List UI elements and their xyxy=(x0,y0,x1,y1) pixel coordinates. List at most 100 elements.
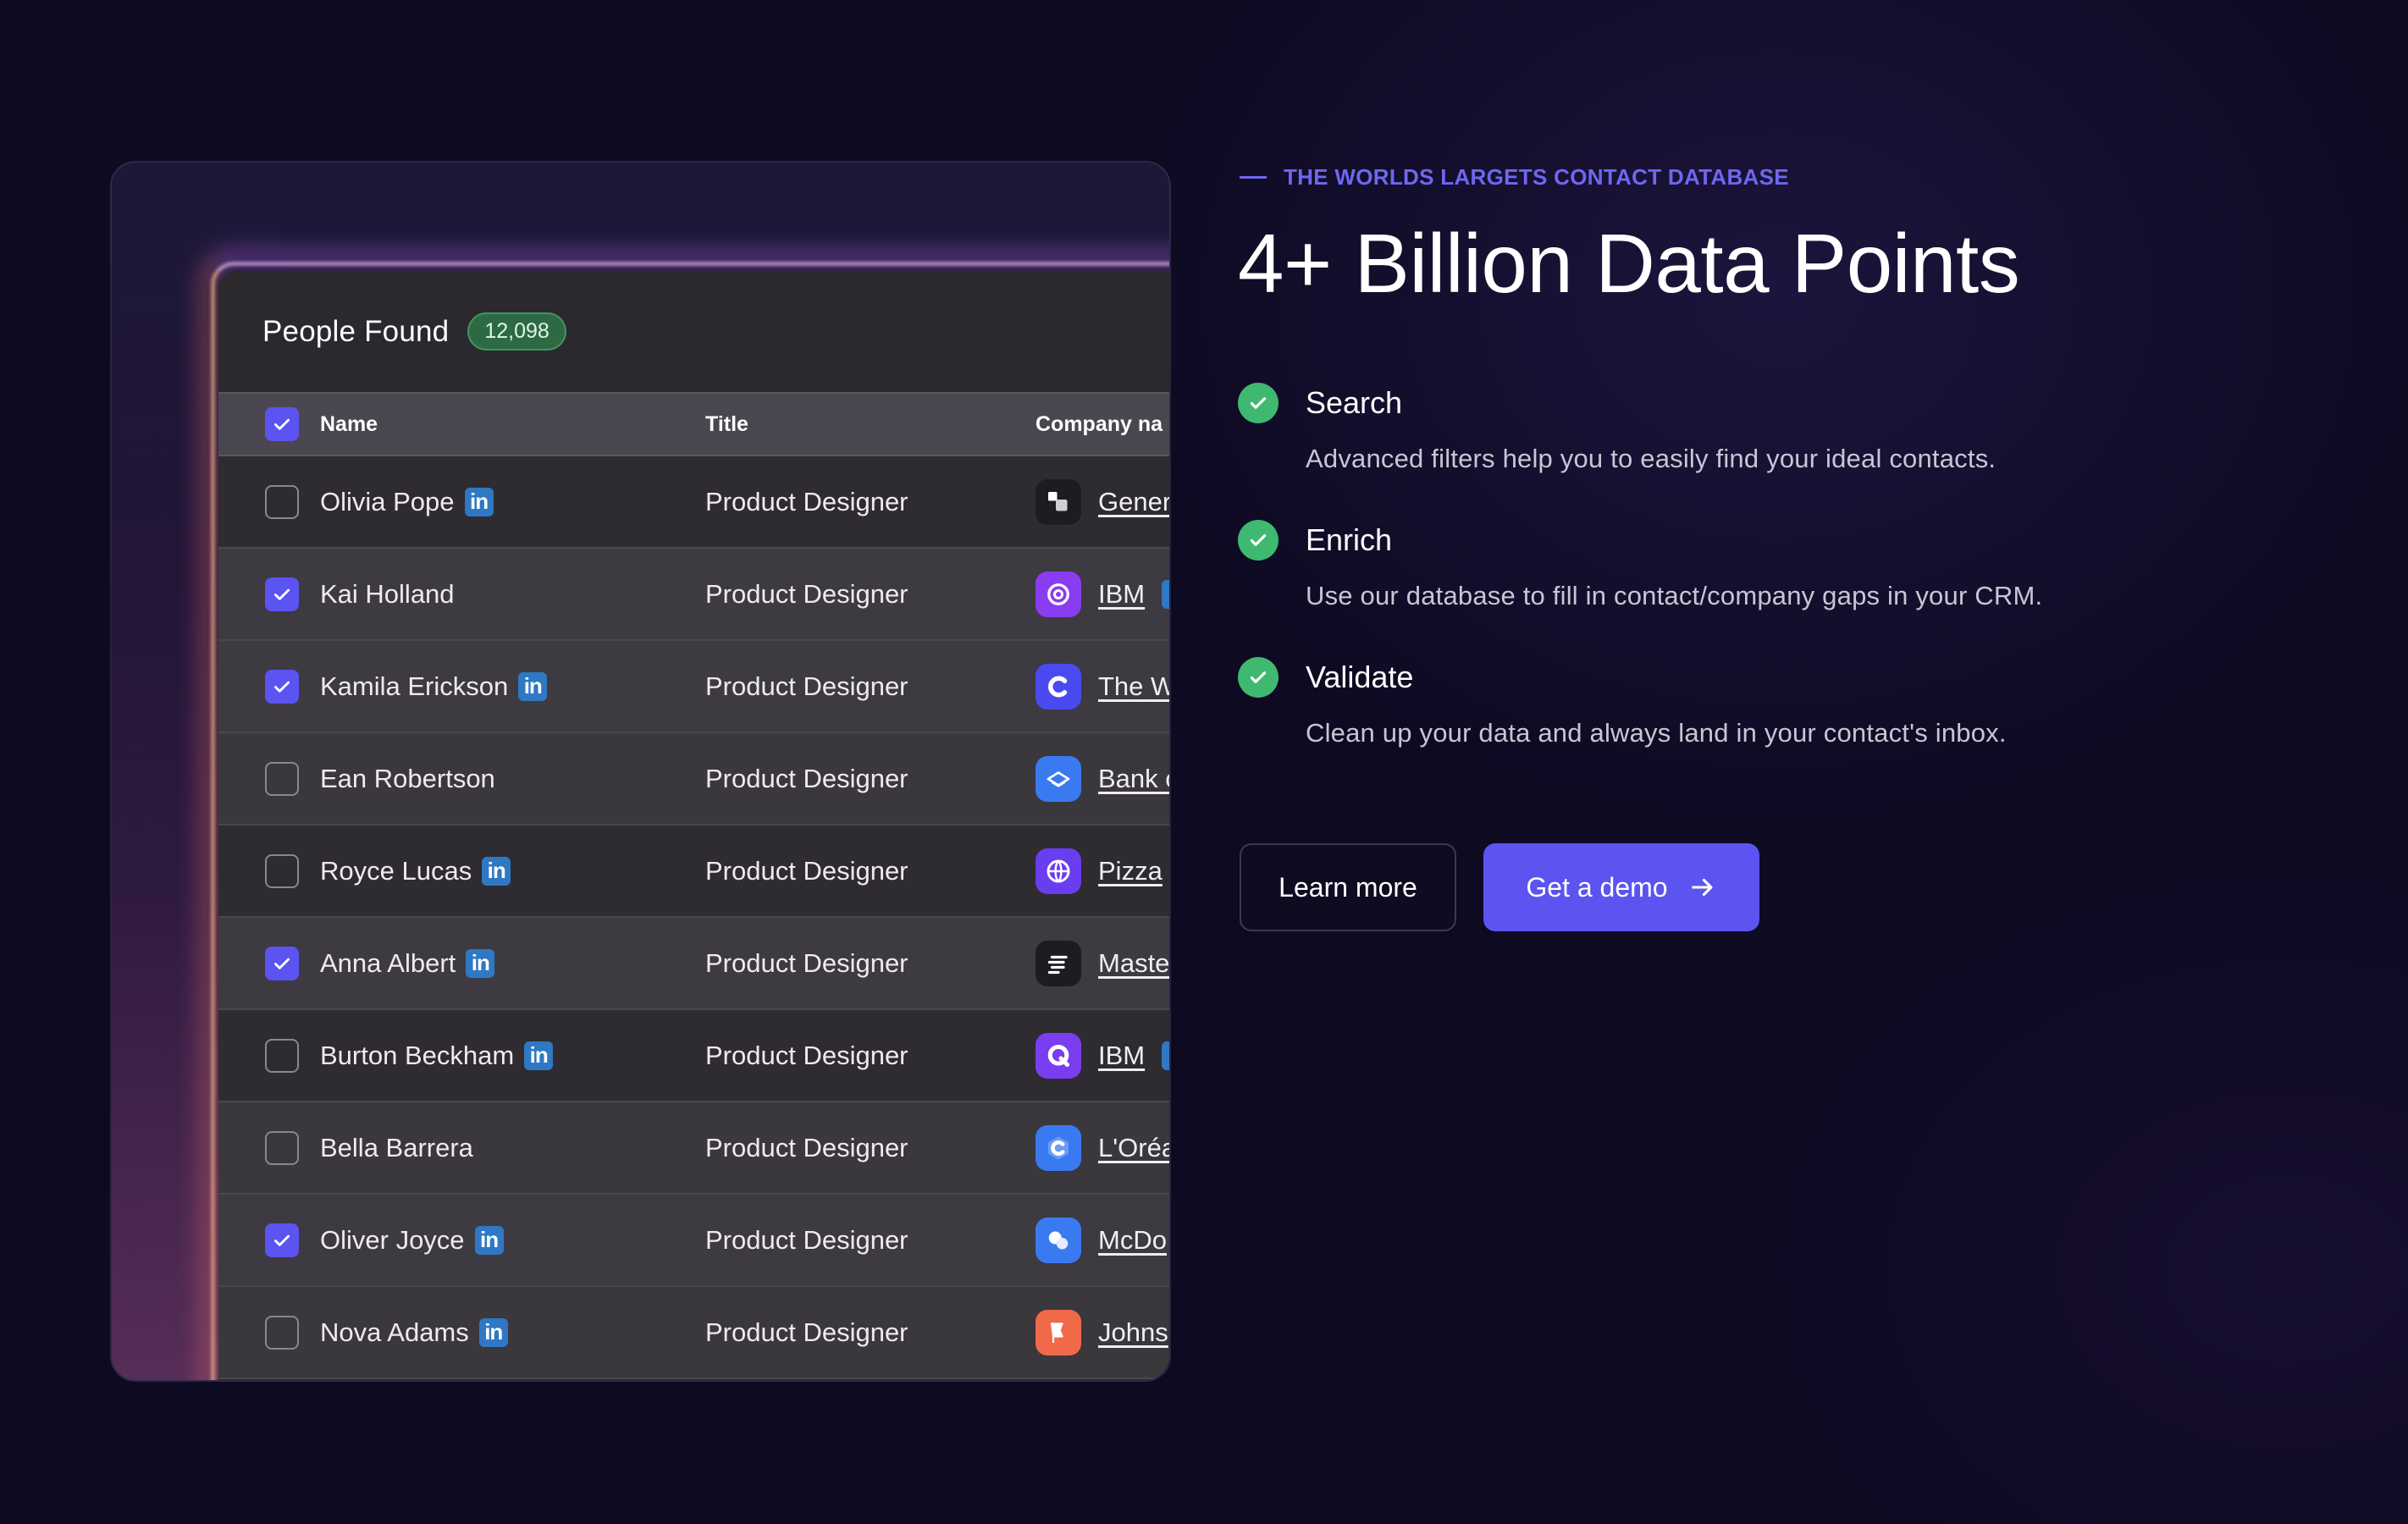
c-letter-icon xyxy=(1036,663,1081,710)
people-table-card: People Found 12,098 Name Title Company n… xyxy=(110,161,1171,1382)
table-columns: Name Title Company na xyxy=(218,392,1169,456)
bubbles-icon xyxy=(1036,1217,1081,1263)
linkedin-icon[interactable]: in xyxy=(524,1041,554,1070)
check-circle-icon xyxy=(1238,657,1279,698)
row-checkbox[interactable] xyxy=(265,577,299,611)
table-header-bar: People Found 12,098 xyxy=(218,271,1169,392)
check-icon xyxy=(274,1234,290,1246)
contact-name: Burton Beckham xyxy=(320,1040,515,1070)
get-demo-label: Get a demo xyxy=(1526,871,1668,903)
company-link[interactable]: Maste xyxy=(1098,948,1169,979)
contact-name: Anna Albert xyxy=(320,947,456,978)
check-icon xyxy=(274,418,290,430)
ring-icon xyxy=(1036,571,1081,617)
cta-group: Learn more Get a demo xyxy=(1240,843,1759,931)
get-demo-button[interactable]: Get a demo xyxy=(1483,843,1759,931)
row-checkbox[interactable] xyxy=(265,946,299,980)
check-icon xyxy=(274,588,290,600)
company-link[interactable]: L'Oréa xyxy=(1098,1133,1169,1163)
contact-name: Bella Barrera xyxy=(320,1132,473,1162)
contact-name: Olivia Pope xyxy=(320,486,455,516)
feature-description: Clean up your data and always land in yo… xyxy=(1306,718,2007,748)
linkedin-icon[interactable]: in xyxy=(474,1225,504,1255)
company-link[interactable]: Johns xyxy=(1098,1317,1168,1348)
company-link[interactable]: Pizza xyxy=(1098,856,1163,886)
globe-icon xyxy=(1036,848,1081,894)
check-icon xyxy=(274,681,290,693)
feature-description: Advanced filters help you to easily find… xyxy=(1306,444,1997,473)
stripes-icon xyxy=(1036,940,1081,986)
contact-title: Product Designer xyxy=(705,947,909,978)
table-row[interactable]: Royce Lucas in Product Designer Pizza xyxy=(218,826,1169,918)
check-circle-icon xyxy=(1238,520,1279,560)
learn-more-button[interactable]: Learn more xyxy=(1240,843,1456,931)
feature-title: Enrich xyxy=(1306,522,1393,557)
count-badge: 12,098 xyxy=(467,312,566,351)
feature-description: Use our database to fill in contact/comp… xyxy=(1306,581,2043,610)
feature-title: Search xyxy=(1306,385,1403,420)
contact-name: Oliver Joyce xyxy=(320,1224,465,1255)
contact-title: Product Designer xyxy=(705,1317,909,1347)
contact-title: Product Designer xyxy=(705,671,909,701)
column-header-company[interactable]: Company na xyxy=(1036,412,1169,437)
row-checkbox[interactable] xyxy=(265,1130,299,1165)
check-circle-icon xyxy=(1238,383,1279,423)
eyebrow: THE WORLDS LARGETS CONTACT DATABASE xyxy=(1240,164,1789,190)
linkedin-icon[interactable]: in xyxy=(464,487,494,516)
table-row[interactable]: Ean Robertson Product Designer Bank o xyxy=(218,733,1169,826)
contact-title: Product Designer xyxy=(705,855,909,886)
column-header-name[interactable]: Name xyxy=(320,412,705,437)
feature-item: Enrich Use our database to fill in conta… xyxy=(1238,520,2254,611)
table-row[interactable]: Bella Barrera Product Designer L'Oréa xyxy=(218,1102,1169,1195)
column-header-title[interactable]: Title xyxy=(705,412,1036,437)
eyebrow-dash xyxy=(1240,176,1267,179)
table-row[interactable]: Olivia Pope in Product Designer Gener xyxy=(218,456,1169,549)
arrow-right-icon xyxy=(1691,878,1713,897)
linkedin-icon[interactable]: in xyxy=(466,948,495,978)
table-row[interactable]: Kai Holland Product Designer IBM xyxy=(218,549,1169,641)
table-row[interactable]: Nova Adams in Product Designer Johns xyxy=(218,1287,1169,1379)
headline: 4+ Billion Data Points xyxy=(1238,217,2020,310)
contact-title: Product Designer xyxy=(705,1040,909,1070)
company-link[interactable]: IBM xyxy=(1098,579,1145,610)
contact-name: Ean Robertson xyxy=(320,763,495,793)
linkedin-icon[interactable]: in xyxy=(482,856,511,886)
company-link[interactable]: The W xyxy=(1098,671,1169,702)
company-link[interactable]: McDo xyxy=(1098,1225,1167,1256)
linkedin-icon[interactable]: in xyxy=(518,671,548,701)
select-all-checkbox[interactable] xyxy=(265,407,299,441)
row-checkbox[interactable] xyxy=(265,1315,299,1350)
hexagon-c-icon xyxy=(1036,1124,1081,1171)
row-checkbox[interactable] xyxy=(265,853,299,888)
company-linkedin-icon[interactable] xyxy=(1162,1041,1169,1070)
feature-title: Validate xyxy=(1306,660,1414,694)
feature-item: Search Advanced filters help you to easi… xyxy=(1238,383,2254,474)
contact-name: Kamila Erickson xyxy=(320,671,509,701)
eyebrow-text: THE WORLDS LARGETS CONTACT DATABASE xyxy=(1284,164,1789,190)
contact-title: Product Designer xyxy=(705,1224,909,1255)
square-blocks-icon xyxy=(1036,478,1081,525)
company-linkedin-icon[interactable] xyxy=(1162,579,1169,609)
row-checkbox[interactable] xyxy=(265,484,299,519)
row-checkbox[interactable] xyxy=(265,761,299,796)
feature-item: Validate Clean up your data and always l… xyxy=(1238,657,2254,748)
table-row[interactable]: Anna Albert in Product Designer Maste xyxy=(218,918,1169,1010)
row-checkbox[interactable] xyxy=(265,1038,299,1073)
table-title: People Found xyxy=(262,314,450,348)
contact-title: Product Designer xyxy=(705,1132,909,1162)
contact-name: Nova Adams xyxy=(320,1317,469,1347)
check-icon xyxy=(274,958,290,969)
row-checkbox[interactable] xyxy=(265,669,299,704)
table-row[interactable]: Kamila Erickson in Product Designer The … xyxy=(218,641,1169,733)
table-row[interactable]: Oliver Joyce in Product Designer McDo xyxy=(218,1195,1169,1287)
table-body: Olivia Pope in Product Designer Gener Ka… xyxy=(218,456,1169,1379)
company-link[interactable]: Gener xyxy=(1098,487,1169,517)
contact-title: Product Designer xyxy=(705,486,909,516)
linkedin-icon[interactable]: in xyxy=(478,1317,508,1347)
table-row[interactable]: Burton Beckham in Product Designer IBM xyxy=(218,1010,1169,1102)
contact-title: Product Designer xyxy=(705,763,909,793)
flag-icon xyxy=(1036,1309,1081,1356)
row-checkbox[interactable] xyxy=(265,1223,299,1257)
company-link[interactable]: Bank o xyxy=(1098,764,1169,794)
company-link[interactable]: IBM xyxy=(1098,1041,1145,1071)
